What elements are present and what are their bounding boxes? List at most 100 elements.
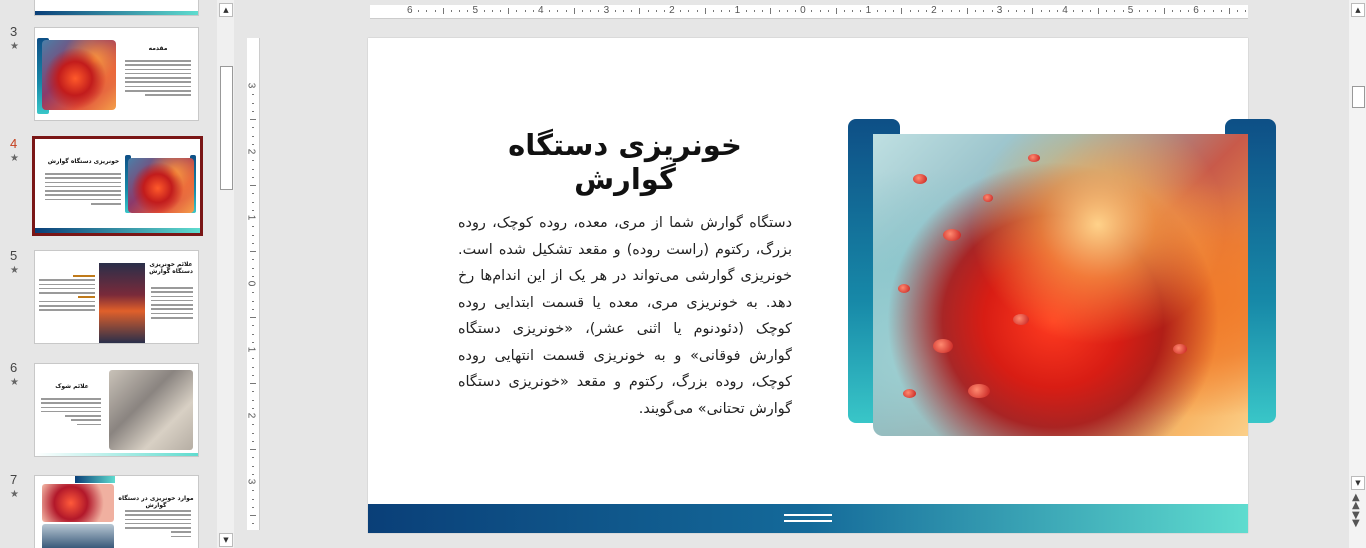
previous-slide-icon[interactable]: ▲ ▲ — [1352, 493, 1360, 511]
next-slide-icon[interactable]: ▼ ▼ — [1352, 511, 1360, 529]
slide-thumbnail[interactable]: علائم شوک — [34, 363, 199, 457]
ruler-tick — [252, 407, 254, 409]
thumbnail-text — [45, 173, 121, 207]
ruler-tick — [1188, 10, 1190, 12]
slide-number: 4 — [10, 136, 18, 151]
ruler-tick — [459, 10, 461, 12]
ruler-tick — [925, 10, 927, 12]
ruler-tick — [1007, 10, 1009, 12]
hero-image[interactable] — [873, 134, 1248, 436]
ruler-tick — [713, 10, 715, 12]
ruler-tick — [631, 10, 633, 12]
ruler-tick — [1032, 8, 1034, 14]
ruler-tick — [1171, 10, 1173, 12]
ruler-tick — [252, 308, 254, 310]
ruler-tick — [532, 10, 534, 12]
thumbnail-image — [42, 40, 116, 110]
thumbnail-scrollbar[interactable]: ▲ ▼ — [217, 0, 234, 548]
ruler-label: 6 — [407, 5, 413, 16]
ruler-tick — [250, 383, 256, 384]
ruler-tick — [565, 10, 567, 12]
ruler-tick — [704, 8, 706, 14]
ruler-label: 4 — [538, 5, 544, 16]
ruler-tick — [252, 110, 254, 112]
ruler-tick — [252, 457, 254, 459]
ruler-tick — [252, 127, 254, 129]
footer-band — [35, 228, 200, 233]
ruler-label: 1 — [245, 346, 257, 353]
ruler-tick — [1229, 8, 1231, 14]
ruler-tick — [252, 292, 254, 294]
ruler-tick — [827, 10, 829, 12]
ruler-tick — [598, 10, 600, 12]
slide-thumbnail[interactable]: علائم خونریزی دستگاه گوارش — [34, 250, 199, 344]
ruler-tick — [557, 10, 559, 12]
slide-thumbnail-selected[interactable]: خونریزی دستگاه گوارش — [32, 136, 203, 236]
ruler-tick — [442, 8, 444, 14]
ruler-tick — [835, 8, 837, 14]
ruler-tick — [1048, 10, 1050, 12]
ruler-tick — [721, 10, 723, 12]
ruler-tick — [252, 432, 254, 434]
ruler-tick — [252, 193, 254, 195]
ruler-tick — [966, 8, 968, 14]
ruler-label: 2 — [669, 5, 675, 16]
ruler-label: 3 — [996, 5, 1003, 16]
ruler-tick — [252, 267, 254, 269]
ruler-label: 4 — [1062, 5, 1068, 16]
ruler-tick — [844, 10, 846, 12]
ruler-tick — [516, 10, 518, 12]
ruler-tick — [252, 325, 254, 327]
ruler-tick — [680, 10, 682, 12]
arrow-up-icon[interactable]: ▲ — [219, 3, 233, 17]
horizontal-ruler: 6 5 4 3 2 1 0 1 2 3 4 5 6 — [370, 5, 1248, 19]
ruler-tick — [252, 333, 254, 335]
slide-number: 6 — [10, 360, 18, 375]
ruler-tick — [252, 242, 254, 244]
ruler-tick — [1147, 10, 1149, 12]
ruler-tick — [250, 119, 256, 120]
ruler-tick — [467, 10, 469, 12]
ruler-tick — [950, 10, 952, 12]
scrollbar-thumb[interactable] — [1352, 86, 1365, 108]
thumbnail-title: مقدمه — [148, 45, 168, 52]
thumbnail-image — [42, 524, 114, 548]
ruler-tick — [508, 8, 510, 14]
ruler-tick — [819, 10, 821, 12]
slide-thumbnail[interactable]: موارد خونریزی در دستگاه گوارش — [34, 475, 199, 548]
ruler-tick — [975, 10, 977, 12]
ruler-tick — [434, 10, 436, 12]
ruler-tick — [1106, 10, 1108, 12]
slide-number: 3 — [10, 24, 18, 39]
ruler-tick — [909, 10, 911, 12]
arrow-down-icon[interactable]: ▼ — [1351, 476, 1365, 490]
arrow-down-icon[interactable]: ▼ — [219, 533, 233, 547]
ruler-tick — [252, 201, 254, 203]
scrollbar-thumb[interactable] — [220, 66, 233, 190]
slide-thumbnail[interactable] — [34, 0, 199, 16]
ruler-label: 1 — [245, 214, 257, 221]
slide-scrollbar[interactable]: ▲ ▼ ▲ ▲ ▼ ▼ — [1349, 0, 1366, 548]
slide-title[interactable]: خونریزی دستگاه گوارش — [460, 128, 790, 196]
ruler-tick — [590, 10, 592, 12]
star-icon: ★ — [10, 265, 19, 276]
ruler-tick — [1024, 10, 1026, 12]
arrow-up-icon[interactable]: ▲ — [1351, 3, 1365, 17]
ruler-tick — [252, 465, 254, 467]
ruler-tick — [549, 10, 551, 12]
thumbnail-title: علائم خونریزی دستگاه گوارش — [149, 261, 193, 275]
slide-number: 5 — [10, 248, 18, 263]
ruler-tick — [250, 317, 256, 318]
ruler-tick — [663, 10, 665, 12]
slide-thumbnail[interactable]: مقدمه — [34, 27, 199, 121]
ruler-tick — [524, 10, 526, 12]
slide-body-text[interactable]: دستگاه گوارش شما از مری، معده، روده کوچک… — [458, 210, 792, 422]
ruler-tick — [901, 8, 903, 14]
ruler-tick — [252, 176, 254, 178]
ruler-tick — [250, 449, 256, 450]
ruler-tick — [696, 10, 698, 12]
ruler-tick — [1220, 10, 1222, 12]
thumbnail-image — [99, 263, 145, 343]
ruler-tick — [1081, 10, 1083, 12]
ruler-tick — [252, 135, 254, 137]
